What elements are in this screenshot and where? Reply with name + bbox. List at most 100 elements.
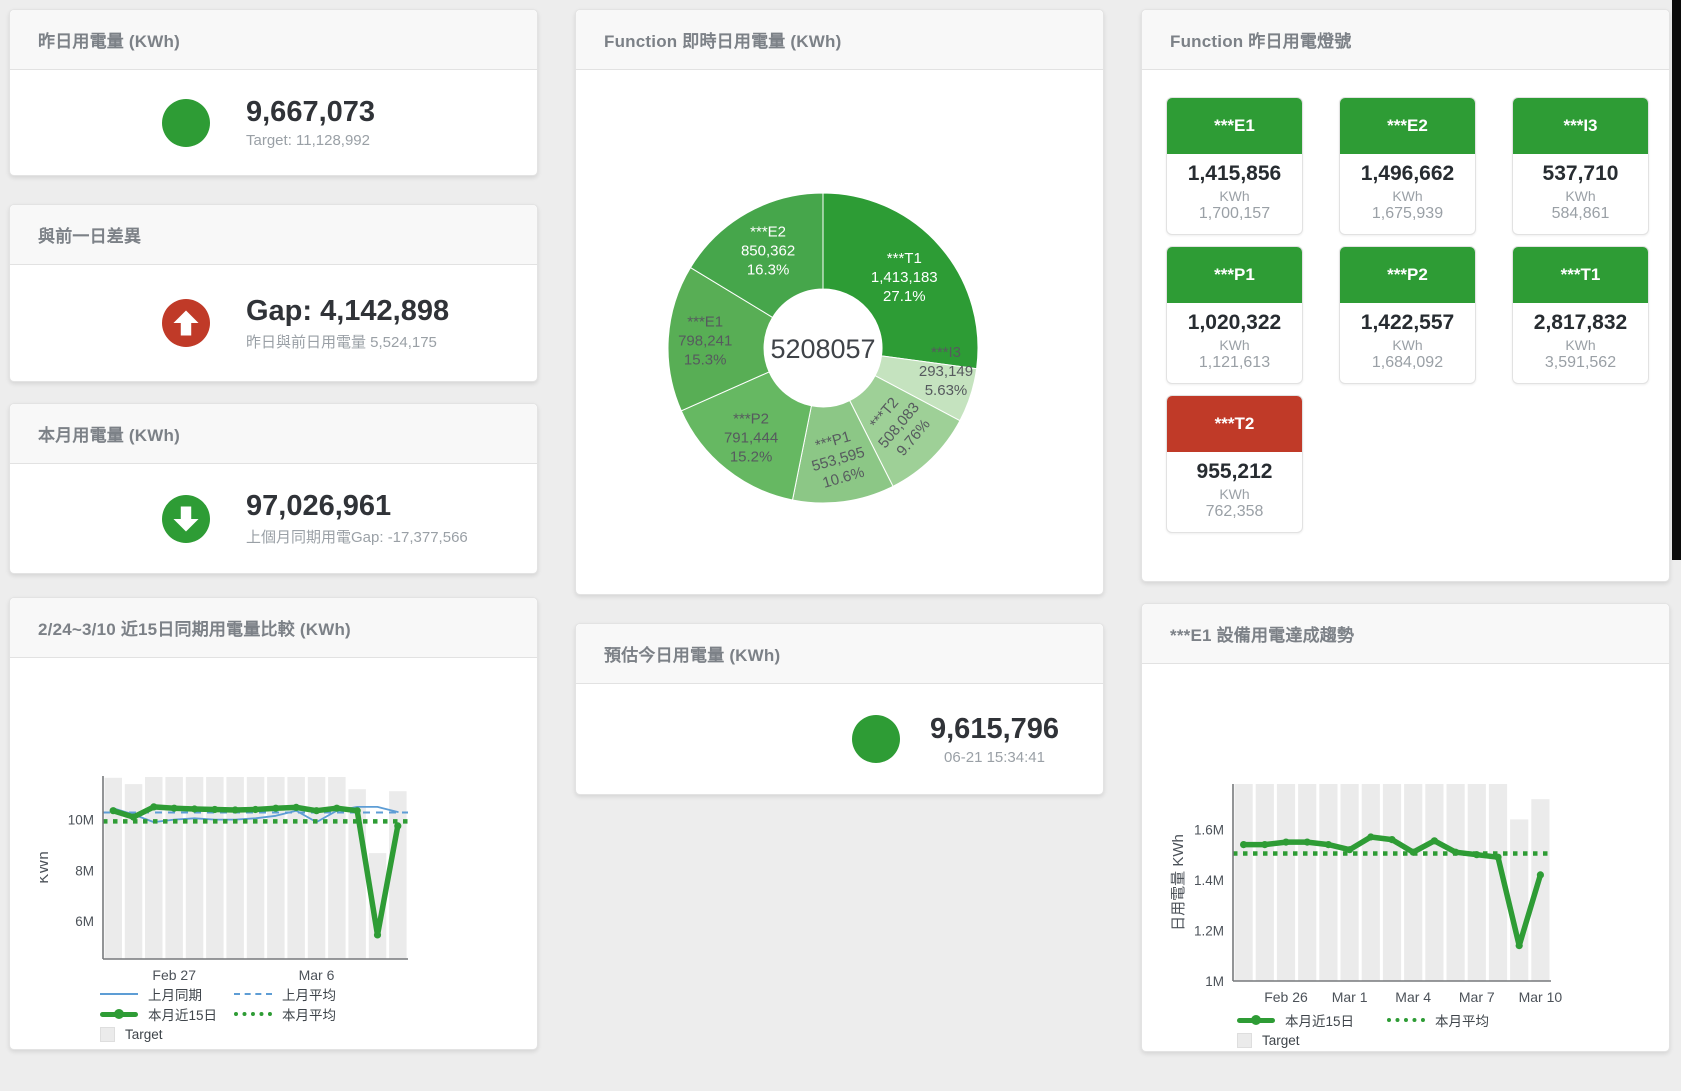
tile-unit: KWh (1517, 188, 1644, 204)
panel-day-gap: 與前一日差異 Gap: 4,142,898 昨日與前日用電量 5,524,175 (9, 204, 538, 382)
legend-row: Target (1237, 1030, 1537, 1050)
svg-text:1,413,183: 1,413,183 (871, 269, 938, 286)
tile-unit: KWh (1171, 188, 1298, 204)
legend-item-Target[interactable]: Target (1237, 1033, 1387, 1048)
tile-target: 762,358 (1171, 503, 1298, 521)
scrollbar[interactable] (1672, 0, 1681, 560)
svg-text:6M: 6M (75, 914, 94, 929)
legend-item-本月近15日[interactable]: 本月近15日 (100, 1004, 234, 1024)
tile-unit: KWh (1171, 486, 1298, 502)
light-tile-P2: ***P21,422,557KWh1,684,092 (1339, 246, 1476, 384)
panel-title: 預估今日用電量 (KWh) (604, 641, 780, 666)
e1-trend-line-chart: 1M1.2M1.4M1.6MFeb 26Mar 1Mar 4Mar 7Mar 1… (1167, 739, 1667, 1019)
yesterday-usage-target: Target: 11,128,992 (246, 132, 375, 149)
svg-text:***E2: ***E2 (750, 223, 786, 240)
panel-yesterday-usage: 昨日用電量 (KWh) 9,667,073 Target: 11,128,992 (9, 9, 538, 176)
svg-text:798,241: 798,241 (678, 332, 732, 349)
tile-label-badge: ***T1 (1513, 247, 1648, 303)
svg-text:Mar 1: Mar 1 (1332, 989, 1368, 1005)
legend-row: 本月近15日 本月平均 (100, 1004, 368, 1024)
day-gap-value: Gap: 4,142,898 (246, 295, 449, 328)
legend-item-本月近15日[interactable]: 本月近15日 (1237, 1010, 1387, 1030)
panel-15day-compare-chart: 2/24~3/10 近15日同期用電量比較 (KWh) 6M8M10MFeb 2… (9, 597, 538, 1050)
svg-text:293,149: 293,149 (919, 363, 973, 380)
svg-text:Mar 6: Mar 6 (299, 967, 335, 983)
legend-marker-icon (1237, 1033, 1252, 1048)
legend-item-本月平均[interactable]: 本月平均 (1387, 1010, 1537, 1030)
legend-item-Target[interactable]: Target (100, 1027, 234, 1042)
legend-marker-icon (234, 993, 272, 995)
stat-row: 9,615,796 06-21 15:34:41 (576, 684, 1103, 794)
forecast-value: 9,615,796 (930, 713, 1059, 746)
tile-body: 955,212KWh762,358 (1167, 452, 1302, 532)
tile-label-badge: ***I3 (1513, 98, 1648, 154)
tile-label-badge: ***P2 (1340, 247, 1475, 303)
month-usage-value: 97,026,961 (246, 490, 468, 523)
legend-label: 本月平均 (282, 1004, 336, 1024)
svg-text:8M: 8M (75, 863, 94, 878)
svg-text:1.2M: 1.2M (1194, 924, 1224, 939)
panel-month-usage: 本月用電量 (KWh) 97,026,961 上個月同期用電Gap: -17,3… (9, 403, 538, 574)
tile-body: 1,415,856KWh1,700,157 (1167, 154, 1302, 234)
svg-text:15.3%: 15.3% (684, 351, 727, 368)
panel-forecast-today: 預估今日用電量 (KWh) 9,615,796 06-21 15:34:41 (575, 623, 1104, 795)
tile-body: 537,710 KWh584,861 (1513, 154, 1648, 234)
svg-text:***E1: ***E1 (687, 313, 723, 330)
svg-text:***I3: ***I3 (931, 344, 961, 361)
light-tile-P1: ***P11,020,322KWh1,121,613 (1166, 246, 1303, 384)
svg-text:日用電量 KWh: 日用電量 KWh (1170, 834, 1187, 931)
legend-label: Target (125, 1027, 163, 1042)
svg-text:Feb 26: Feb 26 (1264, 989, 1308, 1005)
stat-text: 9,615,796 06-21 15:34:41 (930, 713, 1059, 766)
tile-value: 1,422,557 (1344, 311, 1471, 335)
tile-label-badge: ***T2 (1167, 396, 1302, 452)
panel-header: ***E1 設備用電達成趨勢 (1142, 604, 1669, 664)
legend-item-本月平均[interactable]: 本月平均 (234, 1004, 368, 1024)
light-tile-I3: ***I3 537,710 KWh584,861 (1512, 97, 1649, 235)
energy-dashboard-page: 昨日用電量 (KWh) 9,667,073 Target: 11,128,992… (0, 0, 1681, 1091)
svg-text:10M: 10M (68, 813, 94, 828)
panel-header: Function 即時日用電量 (KWh) (576, 10, 1103, 70)
stat-text: 9,667,073 Target: 11,128,992 (246, 96, 375, 149)
legend-item-上月平均[interactable]: 上月平均 (234, 984, 368, 1004)
light-tile-T1: ***T12,817,832KWh3,591,562 (1512, 246, 1649, 384)
legend-marker-icon (1387, 1018, 1425, 1022)
panel-e1-trend: ***E1 設備用電達成趨勢 1M1.2M1.4M1.6MFeb 26Mar 1… (1141, 603, 1670, 1052)
legend-item-上月同期[interactable]: 上月同期 (100, 984, 234, 1004)
legend-marker-icon (234, 1012, 272, 1016)
tile-label-badge: ***P1 (1167, 247, 1302, 303)
tile-value: 1,020,322 (1171, 311, 1298, 335)
tile-target: 584,861 (1517, 205, 1644, 223)
panel-title: 昨日用電量 (KWh) (38, 27, 180, 52)
yesterday-usage-value: 9,667,073 (246, 96, 375, 129)
light-tile-T2: ***T2955,212KWh762,358 (1166, 395, 1303, 533)
panel-header: 2/24~3/10 近15日同期用電量比較 (KWh) (10, 598, 537, 658)
tile-unit: KWh (1171, 337, 1298, 353)
panel-header: 預估今日用電量 (KWh) (576, 624, 1103, 684)
panel-title: 2/24~3/10 近15日同期用電量比較 (KWh) (38, 615, 351, 640)
legend-label: 本月平均 (1435, 1010, 1489, 1030)
panel-header: 本月用電量 (KWh) (10, 404, 537, 464)
tile-unit: KWh (1344, 337, 1471, 353)
legend-marker-icon (100, 993, 138, 996)
up-arrow-icon (162, 299, 210, 347)
tile-value: 537,710 (1517, 162, 1644, 186)
stat-row: 9,667,073 Target: 11,128,992 (10, 70, 537, 175)
svg-text:5208057: 5208057 (770, 334, 875, 364)
legend-label: 本月近15日 (1285, 1010, 1354, 1030)
compare-line-chart: 6M8M10MFeb 27Mar 6KWh (40, 728, 540, 999)
tile-target: 3,591,562 (1517, 354, 1644, 372)
legend-marker-icon (100, 1012, 138, 1017)
trend-chart-legend: 本月近15日 本月平均 Target (1237, 1010, 1537, 1050)
tile-label-badge: ***E2 (1340, 98, 1475, 154)
forecast-timestamp: 06-21 15:34:41 (930, 749, 1059, 766)
svg-text:5.63%: 5.63% (925, 382, 968, 399)
tile-value: 1,415,856 (1171, 162, 1298, 186)
legend-label: 本月近15日 (148, 1004, 217, 1024)
svg-text:Mar 4: Mar 4 (1395, 989, 1431, 1005)
panel-yesterday-lights: Function 昨日用電燈號 ***E11,415,856KWh1,700,1… (1141, 9, 1670, 582)
legend-row: Target (100, 1024, 368, 1044)
svg-text:16.3%: 16.3% (747, 261, 790, 278)
tile-body: 1,422,557KWh1,684,092 (1340, 303, 1475, 383)
svg-text:***T1: ***T1 (887, 250, 922, 267)
